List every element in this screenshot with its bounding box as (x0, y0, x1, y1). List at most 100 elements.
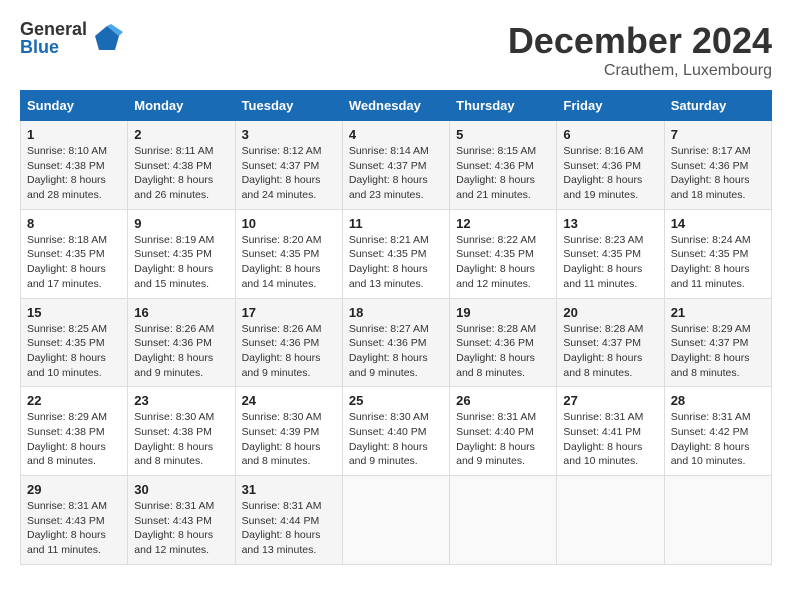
logo-blue-text: Blue (20, 38, 87, 56)
calendar-cell: 9 Sunrise: 8:19 AMSunset: 4:35 PMDayligh… (128, 209, 235, 298)
calendar-cell: 26 Sunrise: 8:31 AMSunset: 4:40 PMDaylig… (450, 387, 557, 476)
calendar-cell: 29 Sunrise: 8:31 AMSunset: 4:43 PMDaylig… (21, 476, 128, 565)
header-sunday: Sunday (21, 91, 128, 121)
day-number: 26 (456, 393, 550, 408)
day-number: 8 (27, 216, 121, 231)
day-detail: Sunrise: 8:18 AMSunset: 4:35 PMDaylight:… (27, 234, 107, 290)
calendar-cell: 8 Sunrise: 8:18 AMSunset: 4:35 PMDayligh… (21, 209, 128, 298)
day-number: 13 (563, 216, 657, 231)
calendar-cell: 20 Sunrise: 8:28 AMSunset: 4:37 PMDaylig… (557, 298, 664, 387)
day-detail: Sunrise: 8:28 AMSunset: 4:36 PMDaylight:… (456, 323, 536, 379)
calendar-cell: 6 Sunrise: 8:16 AMSunset: 4:36 PMDayligh… (557, 121, 664, 210)
day-detail: Sunrise: 8:23 AMSunset: 4:35 PMDaylight:… (563, 234, 643, 290)
calendar-cell: 14 Sunrise: 8:24 AMSunset: 4:35 PMDaylig… (664, 209, 771, 298)
day-number: 7 (671, 127, 765, 142)
day-number: 17 (242, 305, 336, 320)
day-detail: Sunrise: 8:29 AMSunset: 4:37 PMDaylight:… (671, 323, 751, 379)
day-detail: Sunrise: 8:31 AMSunset: 4:43 PMDaylight:… (134, 500, 214, 556)
day-number: 4 (349, 127, 443, 142)
calendar-cell: 19 Sunrise: 8:28 AMSunset: 4:36 PMDaylig… (450, 298, 557, 387)
calendar-cell: 4 Sunrise: 8:14 AMSunset: 4:37 PMDayligh… (342, 121, 449, 210)
day-detail: Sunrise: 8:12 AMSunset: 4:37 PMDaylight:… (242, 145, 322, 201)
day-detail: Sunrise: 8:19 AMSunset: 4:35 PMDaylight:… (134, 234, 214, 290)
day-detail: Sunrise: 8:22 AMSunset: 4:35 PMDaylight:… (456, 234, 536, 290)
calendar-header-row: SundayMondayTuesdayWednesdayThursdayFrid… (21, 91, 772, 121)
calendar-cell (342, 476, 449, 565)
calendar-cell: 3 Sunrise: 8:12 AMSunset: 4:37 PMDayligh… (235, 121, 342, 210)
calendar-cell: 7 Sunrise: 8:17 AMSunset: 4:36 PMDayligh… (664, 121, 771, 210)
day-number: 1 (27, 127, 121, 142)
day-number: 27 (563, 393, 657, 408)
day-detail: Sunrise: 8:27 AMSunset: 4:36 PMDaylight:… (349, 323, 429, 379)
day-number: 11 (349, 216, 443, 231)
calendar-cell: 28 Sunrise: 8:31 AMSunset: 4:42 PMDaylig… (664, 387, 771, 476)
calendar-cell: 31 Sunrise: 8:31 AMSunset: 4:44 PMDaylig… (235, 476, 342, 565)
day-detail: Sunrise: 8:31 AMSunset: 4:40 PMDaylight:… (456, 411, 536, 467)
day-detail: Sunrise: 8:31 AMSunset: 4:42 PMDaylight:… (671, 411, 751, 467)
day-number: 5 (456, 127, 550, 142)
day-detail: Sunrise: 8:28 AMSunset: 4:37 PMDaylight:… (563, 323, 643, 379)
day-detail: Sunrise: 8:31 AMSunset: 4:43 PMDaylight:… (27, 500, 107, 556)
day-number: 6 (563, 127, 657, 142)
calendar-cell: 23 Sunrise: 8:30 AMSunset: 4:38 PMDaylig… (128, 387, 235, 476)
day-number: 29 (27, 482, 121, 497)
calendar-cell: 15 Sunrise: 8:25 AMSunset: 4:35 PMDaylig… (21, 298, 128, 387)
day-number: 22 (27, 393, 121, 408)
day-number: 21 (671, 305, 765, 320)
header-tuesday: Tuesday (235, 91, 342, 121)
header: General Blue December 2024 Crauthem, Lux… (20, 20, 772, 80)
calendar-cell: 17 Sunrise: 8:26 AMSunset: 4:36 PMDaylig… (235, 298, 342, 387)
calendar-cell (450, 476, 557, 565)
calendar-cell: 24 Sunrise: 8:30 AMSunset: 4:39 PMDaylig… (235, 387, 342, 476)
day-detail: Sunrise: 8:29 AMSunset: 4:38 PMDaylight:… (27, 411, 107, 467)
calendar-cell: 21 Sunrise: 8:29 AMSunset: 4:37 PMDaylig… (664, 298, 771, 387)
calendar-cell: 12 Sunrise: 8:22 AMSunset: 4:35 PMDaylig… (450, 209, 557, 298)
day-detail: Sunrise: 8:30 AMSunset: 4:38 PMDaylight:… (134, 411, 214, 467)
day-number: 18 (349, 305, 443, 320)
day-detail: Sunrise: 8:26 AMSunset: 4:36 PMDaylight:… (134, 323, 214, 379)
calendar-cell: 2 Sunrise: 8:11 AMSunset: 4:38 PMDayligh… (128, 121, 235, 210)
day-detail: Sunrise: 8:15 AMSunset: 4:36 PMDaylight:… (456, 145, 536, 201)
day-detail: Sunrise: 8:20 AMSunset: 4:35 PMDaylight:… (242, 234, 322, 290)
calendar-table: SundayMondayTuesdayWednesdayThursdayFrid… (20, 90, 772, 565)
day-number: 25 (349, 393, 443, 408)
calendar-week-row: 29 Sunrise: 8:31 AMSunset: 4:43 PMDaylig… (21, 476, 772, 565)
day-detail: Sunrise: 8:16 AMSunset: 4:36 PMDaylight:… (563, 145, 643, 201)
calendar-cell: 30 Sunrise: 8:31 AMSunset: 4:43 PMDaylig… (128, 476, 235, 565)
header-monday: Monday (128, 91, 235, 121)
day-detail: Sunrise: 8:21 AMSunset: 4:35 PMDaylight:… (349, 234, 429, 290)
header-wednesday: Wednesday (342, 91, 449, 121)
calendar-cell (557, 476, 664, 565)
calendar-cell (664, 476, 771, 565)
header-friday: Friday (557, 91, 664, 121)
calendar-week-row: 1 Sunrise: 8:10 AMSunset: 4:38 PMDayligh… (21, 121, 772, 210)
day-number: 15 (27, 305, 121, 320)
calendar-cell: 10 Sunrise: 8:20 AMSunset: 4:35 PMDaylig… (235, 209, 342, 298)
calendar-cell: 13 Sunrise: 8:23 AMSunset: 4:35 PMDaylig… (557, 209, 664, 298)
header-saturday: Saturday (664, 91, 771, 121)
day-detail: Sunrise: 8:31 AMSunset: 4:44 PMDaylight:… (242, 500, 322, 556)
day-detail: Sunrise: 8:30 AMSunset: 4:39 PMDaylight:… (242, 411, 322, 467)
day-detail: Sunrise: 8:14 AMSunset: 4:37 PMDaylight:… (349, 145, 429, 201)
day-number: 12 (456, 216, 550, 231)
calendar-cell: 18 Sunrise: 8:27 AMSunset: 4:36 PMDaylig… (342, 298, 449, 387)
calendar-week-row: 15 Sunrise: 8:25 AMSunset: 4:35 PMDaylig… (21, 298, 772, 387)
header-thursday: Thursday (450, 91, 557, 121)
month-title: December 2024 (508, 20, 772, 62)
calendar-cell: 25 Sunrise: 8:30 AMSunset: 4:40 PMDaylig… (342, 387, 449, 476)
day-detail: Sunrise: 8:17 AMSunset: 4:36 PMDaylight:… (671, 145, 751, 201)
calendar-week-row: 8 Sunrise: 8:18 AMSunset: 4:35 PMDayligh… (21, 209, 772, 298)
day-number: 3 (242, 127, 336, 142)
day-number: 2 (134, 127, 228, 142)
day-detail: Sunrise: 8:26 AMSunset: 4:36 PMDaylight:… (242, 323, 322, 379)
title-area: December 2024 Crauthem, Luxembourg (508, 20, 772, 80)
calendar-cell: 22 Sunrise: 8:29 AMSunset: 4:38 PMDaylig… (21, 387, 128, 476)
calendar-cell: 27 Sunrise: 8:31 AMSunset: 4:41 PMDaylig… (557, 387, 664, 476)
logo-icon (91, 22, 123, 54)
day-number: 31 (242, 482, 336, 497)
day-detail: Sunrise: 8:10 AMSunset: 4:38 PMDaylight:… (27, 145, 107, 201)
day-detail: Sunrise: 8:11 AMSunset: 4:38 PMDaylight:… (134, 145, 213, 201)
day-number: 23 (134, 393, 228, 408)
day-number: 30 (134, 482, 228, 497)
day-number: 9 (134, 216, 228, 231)
